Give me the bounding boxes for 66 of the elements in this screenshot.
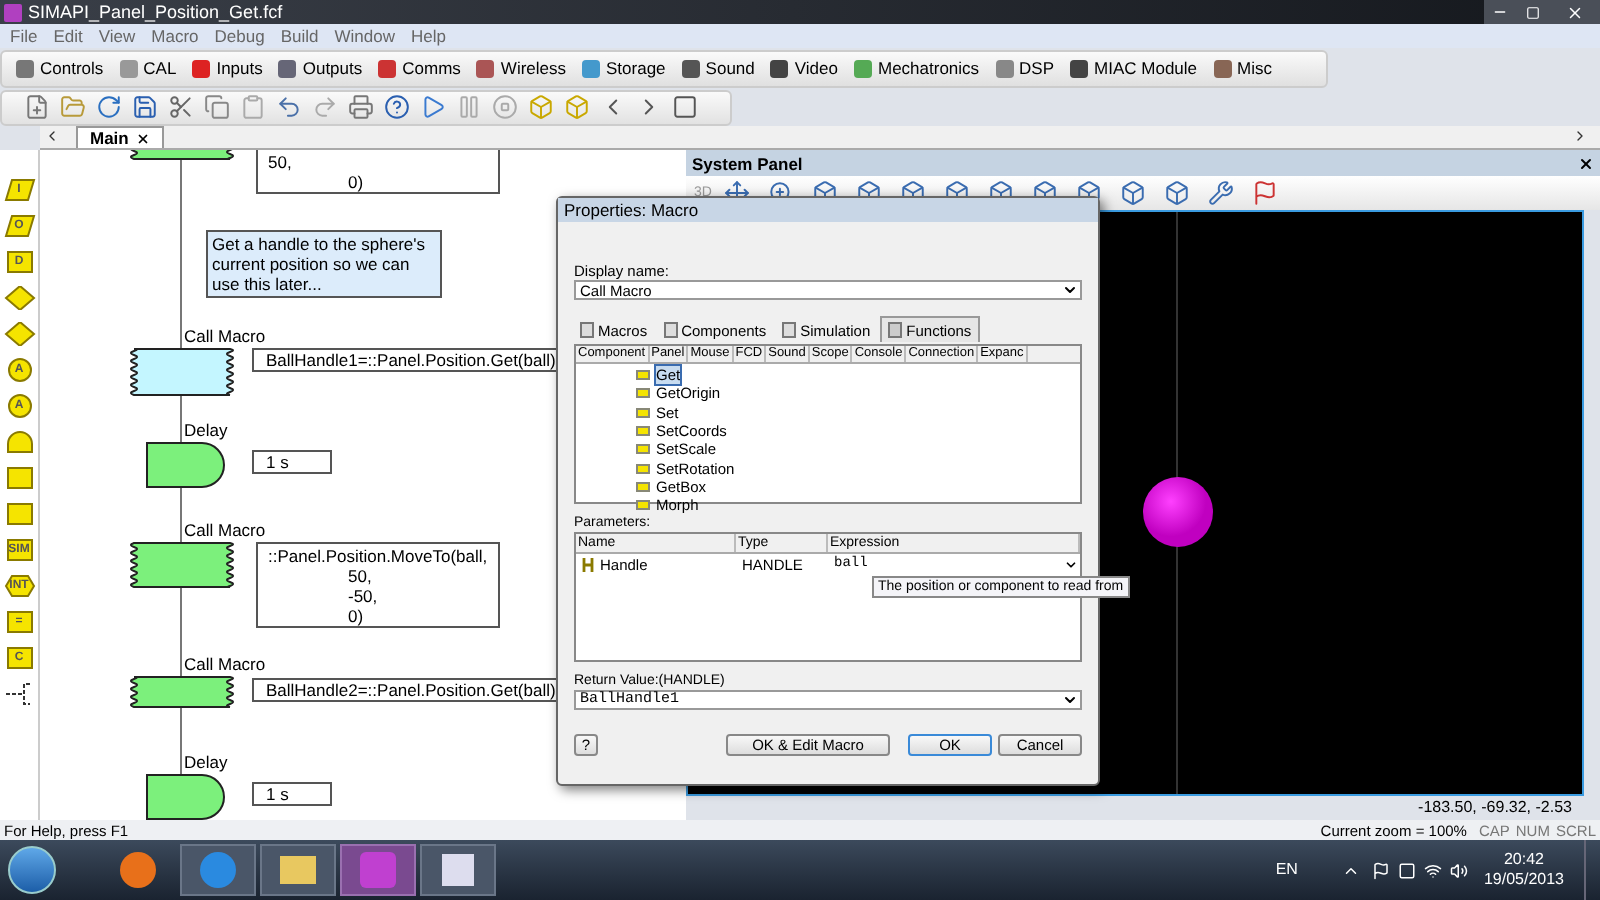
clock-time: 20:42: [1503, 850, 1544, 870]
dropdown-icon[interactable]: [1062, 282, 1078, 298]
close-icon[interactable]: [1578, 155, 1594, 171]
comment-note[interactable]: Get a handle to the sphere's current position so we can use this later...: [206, 230, 442, 298]
node-label: Call Macro: [184, 326, 266, 346]
toolbar-button[interactable]: Storage: [580, 57, 680, 79]
document-tab[interactable]: Main: [76, 126, 165, 148]
scroll-left-icon[interactable]: [44, 128, 60, 144]
menu-item[interactable]: Macro: [143, 26, 207, 46]
handle-type-icon: [582, 557, 594, 571]
toolbar-button[interactable]: Sound: [679, 57, 769, 79]
restore-icon: [1525, 5, 1539, 19]
sphere-drawing: [1142, 476, 1214, 548]
clock[interactable]: 20:42 19/05/2013: [1483, 850, 1564, 890]
volume-icon[interactable]: [1449, 861, 1468, 879]
macro-call-block[interactable]: [126, 676, 238, 708]
window-title: SIMAPI_Panel_Position_Get.fcf: [28, 2, 283, 22]
toolbar-button[interactable]: Video: [768, 57, 852, 79]
dropdown-icon[interactable]: [1064, 557, 1078, 571]
node-label: Call Macro: [184, 654, 266, 674]
menu-item[interactable]: Debug: [206, 26, 273, 46]
macro-call-block[interactable]: [126, 542, 238, 588]
menu-item[interactable]: Window: [326, 26, 403, 46]
scroll-right-icon[interactable]: [1572, 128, 1588, 144]
node-label: Call Macro: [184, 520, 266, 540]
parameter-callout: 1 s: [252, 782, 332, 806]
menu-item[interactable]: Build: [272, 26, 327, 46]
toolbar-button[interactable]: Controls: [14, 57, 118, 79]
panel-title: System Panel: [692, 153, 803, 173]
dialog-title: Properties: Macro: [564, 200, 699, 220]
app-taskbar-icon[interactable]: [420, 844, 496, 896]
menu-item[interactable]: Help: [402, 26, 454, 46]
app-icon: [4, 3, 22, 21]
macro-call-block[interactable]: [126, 348, 238, 396]
parameter-callout: 50, 0): [256, 150, 500, 194]
start-button[interactable]: [8, 846, 56, 894]
close-button[interactable]: [1548, 0, 1600, 24]
tray-app-icon[interactable]: [1397, 861, 1416, 879]
dropdown-icon[interactable]: [1062, 692, 1078, 708]
toolbar-button[interactable]: Comms: [376, 57, 475, 79]
toolbar-button[interactable]: Wireless: [474, 57, 581, 79]
flag-icon[interactable]: [1371, 861, 1390, 879]
node-label: Delay: [184, 420, 228, 440]
menu-item[interactable]: View: [90, 26, 144, 46]
node-label: Delay: [184, 752, 228, 772]
close-icon: [1565, 3, 1583, 21]
toolbar-button[interactable]: Outputs: [276, 57, 377, 79]
parameter-callout: ::Panel.Position.MoveTo(ball, 50, -50, 0): [256, 542, 500, 628]
minimize-button[interactable]: [1484, 0, 1516, 24]
clock-date: 19/05/2013: [1483, 870, 1564, 890]
delay-block[interactable]: [146, 774, 228, 820]
toolbar-button[interactable]: Inputs: [190, 57, 277, 79]
delay-block[interactable]: [146, 442, 228, 488]
palette-button[interactable]: [3, 682, 35, 706]
menu-item[interactable]: File: [2, 26, 46, 46]
toolbar-button[interactable]: MIAC Module: [1068, 57, 1212, 79]
parameter-callout: 1 s: [252, 450, 332, 474]
close-tab-icon[interactable]: [136, 131, 151, 145]
coordinates-readout: -183.50, -69.32, -2.53: [1418, 798, 1572, 818]
signal-icon[interactable]: [1423, 861, 1442, 879]
language-indicator[interactable]: EN: [1275, 860, 1298, 880]
toolbar-button[interactable]: CAL: [117, 57, 191, 79]
toolbar-button[interactable]: DSP: [993, 57, 1069, 79]
menu-item[interactable]: Edit: [45, 26, 91, 46]
toolbar-button[interactable]: Misc: [1211, 57, 1287, 79]
toolbar-button[interactable]: Mechatronics: [851, 57, 994, 79]
